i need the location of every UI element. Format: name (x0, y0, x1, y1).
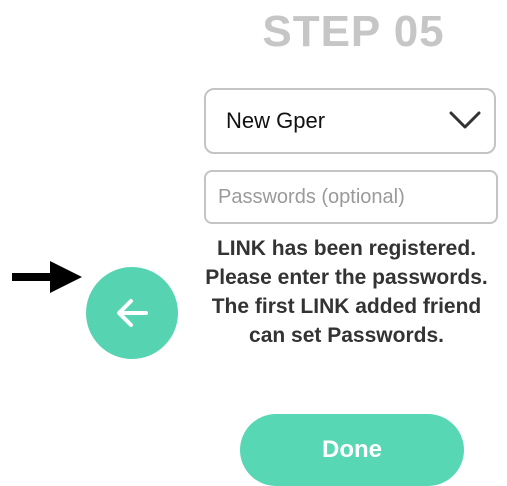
back-button[interactable] (86, 267, 178, 359)
arrow-left-icon (117, 299, 148, 327)
message-line: LINK has been registered. (216, 237, 477, 260)
step-page: STEP 05 New Gper LINK has been registere… (0, 0, 507, 486)
chevron-down-icon (449, 111, 481, 129)
arrow-right-icon (12, 261, 82, 293)
step-title: STEP 05 (262, 7, 445, 56)
password-input[interactable] (204, 170, 498, 224)
message-line: can set Passwords. (249, 324, 444, 347)
registration-message: LINK has been registered. Please enter t… (186, 234, 507, 350)
message-line: The first LINK added friend (211, 295, 482, 318)
done-button[interactable]: Done (240, 414, 464, 486)
message-line: Please enter the passwords. (205, 266, 488, 289)
link-select-value: New Gper (226, 108, 326, 133)
link-select[interactable]: New Gper (204, 88, 496, 154)
